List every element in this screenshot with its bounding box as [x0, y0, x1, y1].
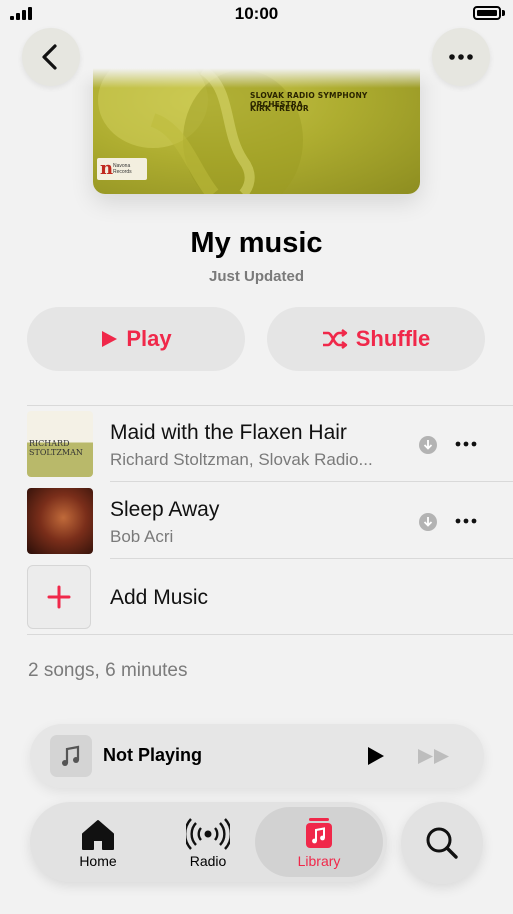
battery-tip: [502, 10, 505, 16]
song-artwork-1: RICHARD STOLTZMAN: [27, 411, 93, 477]
back-button[interactable]: [22, 28, 80, 86]
playlist-summary: 2 songs, 6 minutes: [28, 660, 188, 681]
more-options-button[interactable]: [432, 28, 490, 86]
play-icon: [102, 331, 118, 347]
shuffle-button[interactable]: Shuffle: [267, 307, 485, 371]
record-label-logo: n Navona Records: [97, 158, 147, 180]
shuffle-label: Shuffle: [355, 326, 431, 351]
tab-library[interactable]: Library: [255, 807, 383, 877]
play-label: Play: [126, 326, 172, 351]
play-button[interactable]: Play: [27, 307, 245, 371]
add-music-label: Add Music: [110, 586, 209, 609]
label-initial: n: [100, 158, 114, 179]
tab-library-label: Library: [297, 853, 341, 869]
list-divider: [27, 634, 513, 635]
ellipsis-icon: [449, 54, 473, 60]
song-row-1[interactable]: RICHARD STOLTZMAN Maid with the Flaxen H…: [0, 405, 513, 482]
label-name: Navona Records: [113, 163, 132, 175]
home-icon: [82, 820, 114, 850]
tab-home[interactable]: Home: [43, 802, 153, 882]
chevron-left-icon: [42, 44, 57, 70]
tab-home-label: Home: [79, 853, 117, 869]
music-note-icon: [62, 745, 80, 766]
song-title: Maid with the Flaxen Hair: [110, 421, 347, 444]
song-title: Sleep Away: [110, 498, 220, 521]
battery-icon: [473, 6, 501, 20]
tab-radio[interactable]: Radio: [153, 802, 263, 882]
song-more-icon[interactable]: [453, 511, 479, 531]
downloaded-icon: [419, 436, 437, 454]
mini-player[interactable]: Not Playing: [30, 724, 484, 788]
tab-radio-label: Radio: [189, 853, 227, 869]
song-artist: Richard Stoltzman, Slovak Radio...: [110, 450, 373, 469]
now-playing-status: Not Playing: [103, 745, 203, 765]
plus-icon: [47, 585, 71, 609]
add-music-tile: [27, 565, 91, 629]
song-more-icon[interactable]: [453, 434, 479, 454]
song-row-2[interactable]: Sleep Away Bob Acri: [0, 482, 513, 559]
search-button[interactable]: [401, 802, 483, 884]
playlist-subtitle: Just Updated: [208, 268, 304, 285]
song-artwork-1-text: RICHARD STOLTZMAN: [29, 439, 83, 457]
play-icon[interactable]: [365, 746, 385, 766]
library-icon: [306, 818, 332, 848]
now-playing-artwork: [50, 735, 92, 777]
downloaded-icon: [419, 513, 437, 531]
shuffle-icon: [322, 329, 347, 349]
add-music-row[interactable]: Add Music: [0, 559, 513, 635]
radio-icon: [186, 818, 230, 850]
playlist-title: My music: [190, 227, 323, 259]
search-icon: [426, 827, 458, 859]
cover-conductor-text: KIRK TREVOR: [250, 104, 309, 113]
fast-forward-icon[interactable]: [417, 748, 453, 765]
tab-bar: Home Radio Library: [30, 802, 387, 882]
song-artwork-2: [27, 488, 93, 554]
status-time: 10:00: [234, 4, 279, 23]
song-artist: Bob Acri: [110, 527, 174, 546]
